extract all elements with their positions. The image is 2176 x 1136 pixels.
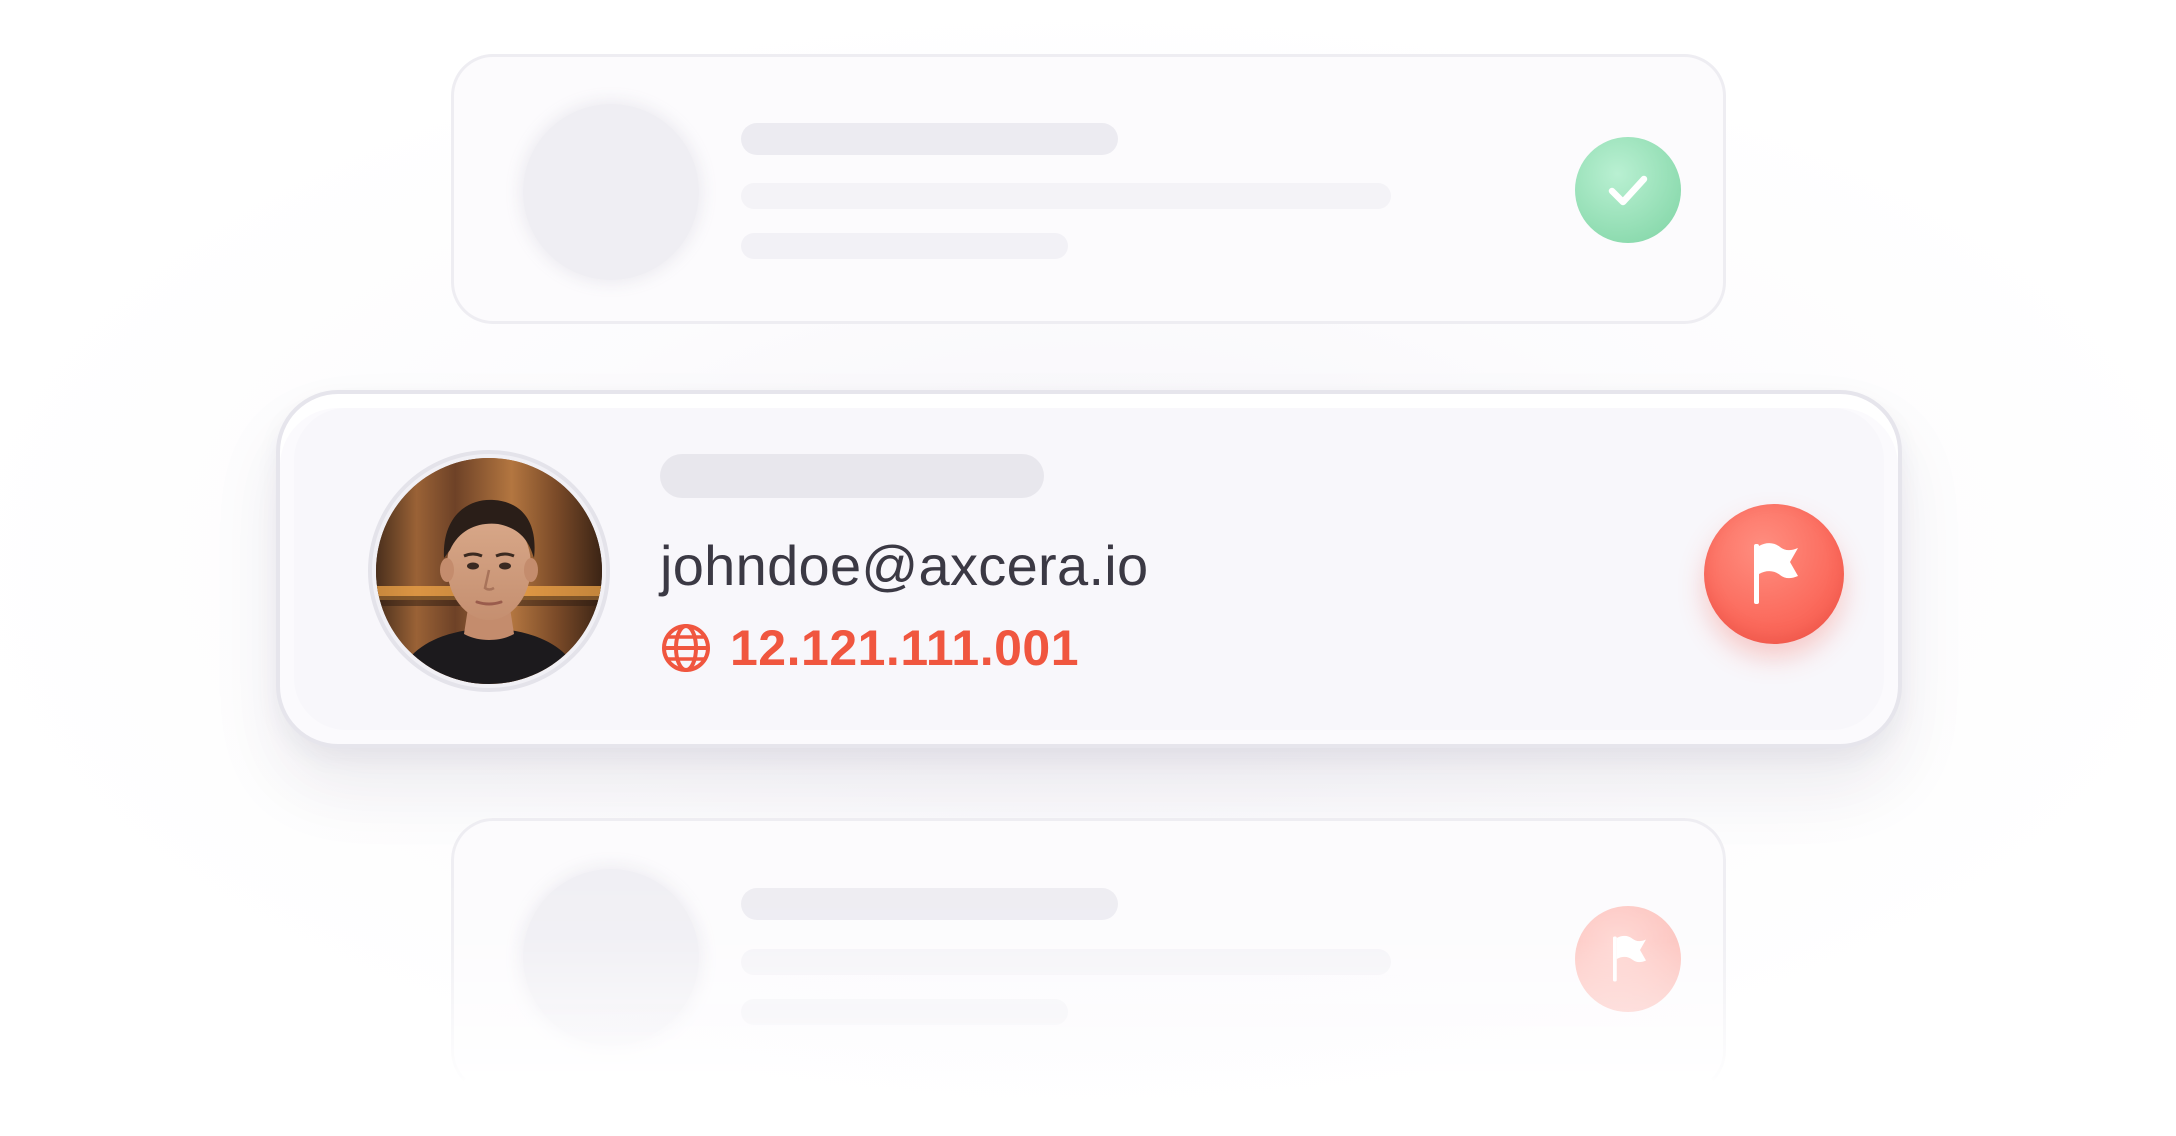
detail-placeholder — [741, 233, 1068, 259]
name-placeholder — [660, 454, 1044, 498]
background: johndoe@axcera.io 12.121.111.001 — [0, 0, 2176, 1136]
avatar-photo — [376, 458, 602, 684]
list-item-flagged-user[interactable]: johndoe@axcera.io 12.121.111.001 — [276, 390, 1902, 748]
flagged-status-badge — [1575, 906, 1681, 1012]
ip-address-row: 12.121.111.001 — [660, 618, 1079, 678]
verified-status-badge — [1575, 137, 1681, 243]
list-item-flagged-faded[interactable] — [451, 818, 1726, 1093]
list-item-verified[interactable] — [451, 54, 1726, 324]
name-placeholder — [741, 888, 1118, 920]
ip-address: 12.121.111.001 — [730, 620, 1080, 676]
check-icon — [1608, 175, 1648, 206]
email-placeholder — [741, 949, 1391, 975]
avatar — [368, 450, 610, 692]
flag-icon — [1613, 935, 1646, 982]
flag-icon — [1754, 543, 1798, 604]
person-portrait — [376, 458, 602, 684]
flag-button[interactable] — [1704, 504, 1844, 644]
avatar-placeholder — [523, 104, 699, 280]
avatar-placeholder — [523, 869, 699, 1045]
detail-placeholder — [741, 999, 1068, 1025]
email-placeholder — [741, 183, 1391, 209]
globe-icon — [660, 622, 712, 674]
user-email: johndoe@axcera.io — [660, 534, 1149, 597]
name-placeholder — [741, 123, 1118, 155]
